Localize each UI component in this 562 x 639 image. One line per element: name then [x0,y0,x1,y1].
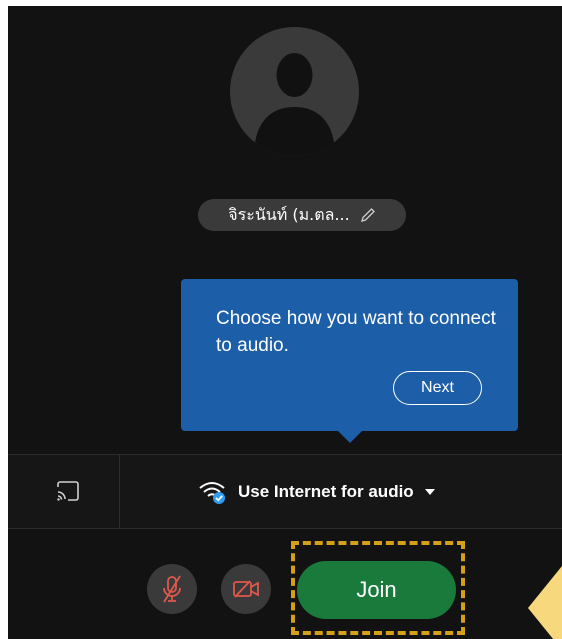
audio-option-label: Use Internet for audio [238,482,414,501]
pointer-arrow [528,566,562,639]
cast-icon[interactable] [54,479,82,503]
tooltip-message: Choose how you want to connect to audio. [216,308,496,356]
pencil-icon[interactable] [360,207,376,223]
microphone-muted-icon [163,575,181,603]
join-button[interactable]: Join [297,561,456,619]
camera-off-icon [233,580,259,598]
mute-button[interactable] [147,564,197,614]
audio-tooltip: Choose how you want to connect to audio.… [181,279,518,443]
next-button[interactable]: Next [393,371,482,405]
avatar [230,27,359,156]
audio-connection-bar: Use Internet for audio [8,454,562,529]
controls-bar: Join [8,528,562,639]
participant-name-pill[interactable]: จิระนันท์ (ม.ตล... [198,199,406,231]
meeting-preview-screen: จิระนันท์ (ม.ตล... Choose how you want t… [8,6,562,639]
camera-button[interactable] [221,564,271,614]
caret-down-icon [424,489,435,495]
wifi-checked-icon [199,482,225,504]
audio-bar-divider [119,455,120,528]
person-silhouette-icon [254,53,335,156]
participant-name: จิระนันท์ (ม.ตล... [228,204,350,224]
audio-option-dropdown[interactable]: Use Internet for audio [198,477,436,507]
